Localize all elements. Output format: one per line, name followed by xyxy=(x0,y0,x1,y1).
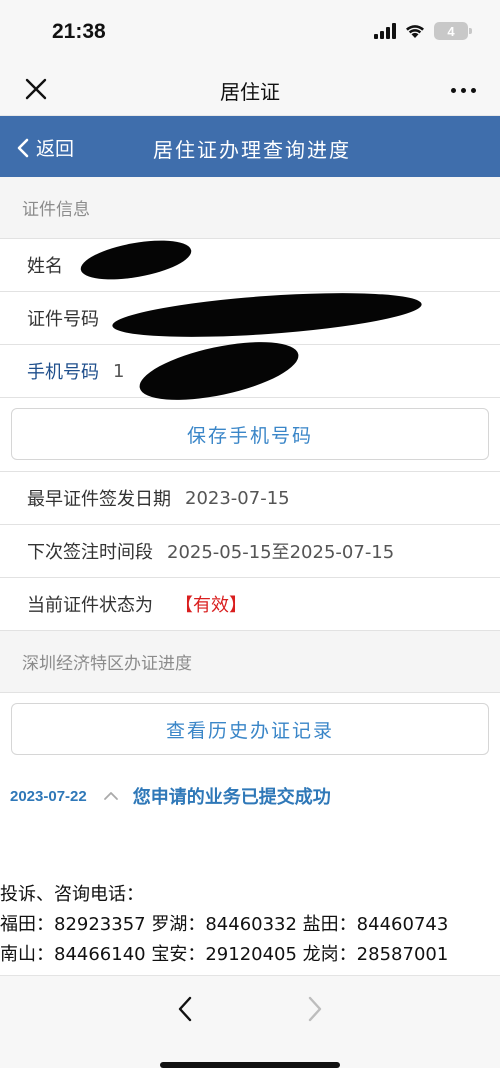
status-badge: 【有效】 xyxy=(175,595,247,616)
issue-date-label: 最早证件签发日期 xyxy=(27,489,171,510)
cert-info-section-header: 证件信息 xyxy=(0,177,500,239)
bottom-toolbar xyxy=(0,975,500,1068)
forward-arrow-icon[interactable] xyxy=(305,994,325,1024)
phone-label: 手机号码 xyxy=(27,362,99,383)
progress-date: 2023-07-22 xyxy=(10,787,87,805)
contact-line-1: 福田：82923357 罗湖：84460332 盐田：84460743 xyxy=(0,914,449,935)
status-bar: 21:38 4 xyxy=(0,0,500,62)
progress-message: 您申请的业务已提交成功 xyxy=(132,787,331,808)
name-row: 姓名 xyxy=(0,233,500,292)
issue-date-value: 2023-07-15 xyxy=(185,487,290,509)
contact-line-2: 南山：84466140 宝安：29120405 龙岗：28587001 xyxy=(0,944,449,965)
phone-value: 1 xyxy=(113,360,125,382)
next-sign-value: 2025-05-15至2025-07-15 xyxy=(167,542,395,563)
name-label: 姓名 xyxy=(27,256,63,277)
back-arrow-icon[interactable] xyxy=(175,994,195,1024)
phone-row: 手机号码 1 xyxy=(0,330,500,412)
save-phone-wrap: 保存手机号码 xyxy=(0,398,500,472)
next-sign-label: 下次签注时间段 xyxy=(27,542,153,563)
status-time: 21:38 xyxy=(52,20,106,43)
progress-section-header: 深圳经济特区办证进度 xyxy=(0,631,500,693)
cellular-signal-icon xyxy=(374,23,396,39)
history-records-button[interactable]: 查看历史办证记录 xyxy=(11,703,489,755)
webview-nav-bar: 居住证 xyxy=(0,62,500,116)
contact-heading: 投诉、咨询电话： xyxy=(0,884,144,905)
redaction-mark xyxy=(77,233,195,287)
home-indicator xyxy=(160,1062,340,1068)
page-header: 返回 居住证办理查询进度 xyxy=(0,116,500,177)
status-icons: 4 xyxy=(374,22,472,40)
progress-entry[interactable]: 2023-07-22 您申请的业务已提交成功 xyxy=(0,766,500,826)
id-row: 证件号码 xyxy=(0,285,500,345)
status-label: 当前证件状态为 xyxy=(27,595,153,616)
next-sign-row: 下次签注时间段 2025-05-15至2025-07-15 xyxy=(0,525,500,578)
page-title: 居住证办理查询进度 xyxy=(153,138,351,162)
history-button-wrap: 查看历史办证记录 xyxy=(0,693,500,766)
redaction-mark xyxy=(111,285,423,345)
save-phone-button[interactable]: 保存手机号码 xyxy=(11,408,489,460)
more-options-icon[interactable] xyxy=(451,88,476,93)
battery-icon: 4 xyxy=(434,22,472,40)
issue-date-row: 最早证件签发日期 2023-07-15 xyxy=(0,472,500,525)
webview-title: 居住证 xyxy=(220,80,280,104)
id-label: 证件号码 xyxy=(27,309,99,330)
contact-info: 投诉、咨询电话： 福田：82923357 罗湖：84460332 盐田：8446… xyxy=(0,880,448,970)
status-row: 当前证件状态为 【有效】 xyxy=(0,578,500,631)
chevron-up-icon[interactable] xyxy=(103,790,119,802)
wifi-icon xyxy=(404,23,426,39)
